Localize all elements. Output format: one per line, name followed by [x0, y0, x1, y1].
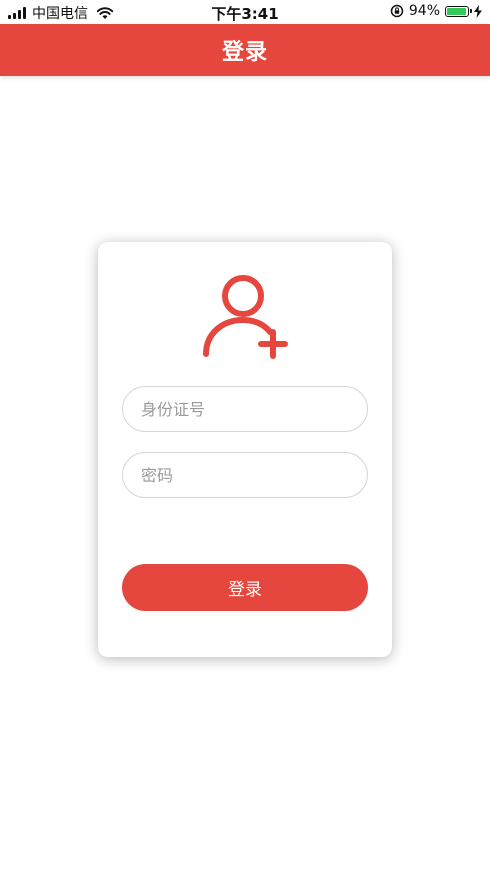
status-right: 94%: [390, 3, 482, 19]
battery-icon: [445, 5, 472, 17]
page-title: 登录: [221, 40, 268, 65]
rotation-lock-icon: [390, 4, 404, 18]
battery-percent: 94%: [408, 3, 440, 19]
nav-bar: 登录: [0, 24, 490, 76]
login-card: 登录: [98, 242, 392, 657]
charging-icon: [474, 4, 482, 18]
id-number-input[interactable]: [122, 386, 368, 432]
login-screen: 中国电信 下午3:41 94% 登录 身份证号 登录: [0, 0, 490, 876]
battery-fill: [447, 7, 466, 15]
user-add-icon: [203, 275, 288, 359]
status-bar: 中国电信 下午3:41 94%: [0, 0, 490, 24]
login-button[interactable]: 登录: [122, 564, 368, 611]
password-input[interactable]: [122, 452, 368, 498]
